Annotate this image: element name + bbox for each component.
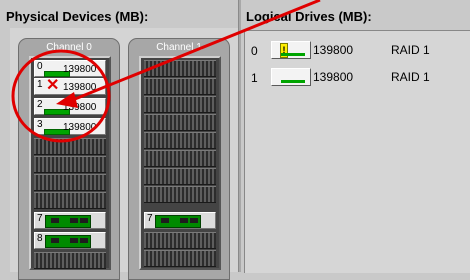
- physical-drive-0[interactable]: 0 139800: [34, 60, 106, 77]
- empty-slot: [144, 78, 216, 95]
- physical-devices-panel: Channel 0 0 139800 1 ✕ 139800 2 139800 3…: [10, 28, 238, 280]
- drive-led-icon: [281, 53, 305, 56]
- drive-number: 0: [37, 61, 43, 72]
- logical-drive-icon: !: [271, 41, 311, 59]
- logical-drives-panel: 0 ! 139800 RAID 1 1 139800 RAID 1: [244, 30, 470, 273]
- empty-slot: [34, 252, 106, 269]
- circuit-board-icon: [45, 215, 91, 228]
- physical-drive-2[interactable]: 2 139800: [34, 98, 106, 115]
- logical-drive-capacity: 139800: [313, 43, 354, 57]
- logical-drive-capacity: 139800: [313, 70, 354, 84]
- drive-number: 1: [37, 79, 43, 90]
- physical-drive-3[interactable]: 3 139800: [34, 118, 106, 135]
- logical-drive-1[interactable]: 1 139800 RAID 1: [245, 67, 470, 89]
- empty-slot: [144, 250, 216, 267]
- logical-drive-number: 0: [251, 44, 258, 58]
- empty-slot: [144, 60, 216, 77]
- circuit-board-icon: [155, 215, 201, 228]
- controller-card-7[interactable]: 7: [34, 212, 106, 229]
- channel-1-bay: 7: [139, 56, 221, 270]
- logical-drives-heading: Logical Drives (MB):: [246, 9, 372, 24]
- card-number: 8: [37, 233, 43, 244]
- channel-1: Channel 1 7: [128, 38, 230, 280]
- logical-drive-raid-level: RAID 1: [391, 70, 430, 84]
- controller-card-8[interactable]: 8: [34, 232, 106, 249]
- drive-capacity: 139800: [63, 82, 97, 93]
- failed-x-icon: ✕: [46, 77, 60, 94]
- physical-devices-heading: Physical Devices (MB):: [6, 9, 149, 24]
- card-number: 7: [37, 213, 43, 224]
- empty-slot: [144, 150, 216, 167]
- logical-drive-0[interactable]: 0 ! 139800 RAID 1: [245, 40, 470, 62]
- empty-slot: [144, 232, 216, 249]
- panel-divider: [238, 0, 241, 272]
- empty-slot: [34, 192, 106, 209]
- drive-number: 2: [37, 99, 43, 110]
- empty-slot: [34, 156, 106, 173]
- physical-drive-1[interactable]: 1 ✕ 139800: [34, 78, 106, 95]
- card-number: 7: [147, 213, 153, 224]
- drive-capacity: 139800: [63, 64, 97, 75]
- drive-capacity: 139800: [63, 102, 97, 113]
- logical-drive-number: 1: [251, 71, 258, 85]
- logical-drive-icon: [271, 68, 311, 86]
- circuit-board-icon: [45, 235, 91, 248]
- empty-slot: [144, 96, 216, 113]
- empty-slot: [144, 186, 216, 203]
- empty-slot: [144, 132, 216, 149]
- empty-slot: [144, 114, 216, 131]
- drive-number: 3: [37, 119, 43, 130]
- channel-0: Channel 0 0 139800 1 ✕ 139800 2 139800 3…: [18, 38, 120, 280]
- logical-drive-raid-level: RAID 1: [391, 43, 430, 57]
- drive-led-icon: [281, 80, 305, 83]
- empty-slot: [34, 174, 106, 191]
- channel-1-title: Channel 1: [156, 42, 202, 53]
- controller-card-7[interactable]: 7: [144, 212, 216, 229]
- channel-0-title: Channel 0: [46, 42, 92, 53]
- empty-slot: [144, 168, 216, 185]
- channel-0-bay: 0 139800 1 ✕ 139800 2 139800 3 139800 7 …: [29, 56, 111, 270]
- empty-slot: [34, 138, 106, 155]
- drive-capacity: 139800: [63, 122, 97, 133]
